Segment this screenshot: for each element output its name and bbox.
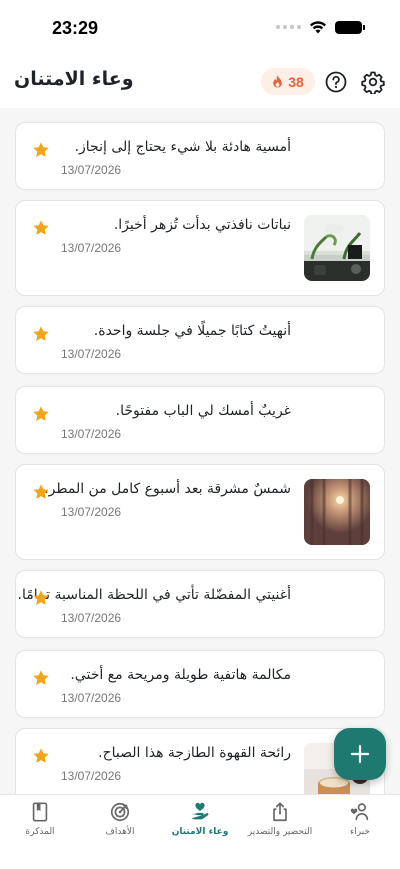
entry-date: 13/07/2026 [61, 427, 122, 441]
target-icon [110, 802, 130, 822]
star-icon[interactable] [32, 589, 50, 607]
nav-label: التحضير والتصدير [247, 827, 313, 837]
gratitude-entry-card[interactable]: رائحة القهوة الطازجة هذا الصباح. 13/07/2… [15, 728, 385, 794]
gratitude-entry-card[interactable]: أمسية هادئة بلا شيء يحتاج إلى إنجاز. 13/… [15, 122, 385, 190]
entry-date: 13/07/2026 [61, 769, 122, 783]
bottom-navigation: المذكرة الأهداف وعاء الامتنان التحضير وا… [0, 794, 400, 869]
entry-date: 13/07/2026 [61, 241, 122, 255]
gratitude-entry-card[interactable]: غريبٌ أمسك لي الباب مفتوحًا. 13/07/2026 [15, 386, 385, 454]
plus-icon [350, 744, 370, 764]
entry-thumbnail[interactable] [304, 479, 370, 545]
plants-photo [304, 215, 370, 281]
gratitude-entry-card[interactable]: شمسٌ مشرقة بعد أسبوع كامل من المطر. 13/0… [15, 464, 385, 560]
nav-label: الأهداف [105, 827, 135, 837]
entry-text: غريبٌ أمسك لي الباب مفتوحًا. [115, 403, 291, 419]
experts-person-heart-icon [350, 803, 369, 821]
flame-icon [273, 75, 283, 88]
nav-label: وعاء الامتنان [171, 827, 229, 837]
add-entry-button[interactable] [334, 728, 386, 780]
streak-count: 38 [288, 73, 304, 90]
nav-item-experts[interactable]: خبراء [320, 801, 400, 849]
journal-book-icon [32, 802, 48, 822]
status-bar: 23:29 [0, 0, 400, 58]
share-export-icon [273, 802, 287, 822]
star-icon[interactable] [32, 405, 50, 423]
star-icon[interactable] [32, 219, 50, 237]
gratitude-list[interactable]: أمسية هادئة بلا شيء يحتاج إلى إنجاز. 13/… [0, 108, 400, 794]
hand-heart-icon [191, 802, 209, 820]
star-icon[interactable] [32, 141, 50, 159]
entry-text: أغنيتي المفضّلة تأتي في اللحظة المناسبة … [17, 587, 291, 603]
entry-text: أمسية هادئة بلا شيء يحتاج إلى إنجاز. [74, 139, 291, 155]
status-time: 23:29 [52, 18, 99, 38]
help-icon[interactable] [324, 70, 348, 94]
entry-date: 13/07/2026 [61, 611, 122, 625]
sunlight-curtain-photo [304, 479, 370, 545]
page-title: وعاء الامتنان [14, 68, 134, 90]
nav-label: خبراء [350, 827, 370, 837]
star-icon[interactable] [32, 669, 50, 687]
nav-item-goals[interactable]: الأهداف [80, 801, 160, 849]
entry-text: أنهيتُ كتابًا جميلًا في جلسة واحدة. [93, 323, 291, 339]
status-icons [276, 20, 365, 34]
entry-date: 13/07/2026 [61, 691, 122, 705]
gratitude-entry-card[interactable]: مكالمة هاتفية طويلة ومريحة مع أختي. 13/0… [15, 650, 385, 718]
star-icon[interactable] [32, 483, 50, 501]
streak-badge[interactable]: 38 [261, 68, 315, 95]
gratitude-entry-card[interactable]: أنهيتُ كتابًا جميلًا في جلسة واحدة. 13/0… [15, 306, 385, 374]
nav-item-gratitude-jar[interactable]: وعاء الامتنان [160, 801, 240, 849]
entry-thumbnail[interactable] [304, 215, 370, 281]
settings-gear-icon[interactable] [361, 70, 385, 94]
gratitude-entry-card[interactable]: أغنيتي المفضّلة تأتي في اللحظة المناسبة … [15, 570, 385, 638]
entry-text: نباتات نافذتي بدأت تُزهر أخيرًا. [113, 217, 291, 233]
star-icon[interactable] [32, 325, 50, 343]
entry-text: رائحة القهوة الطازجة هذا الصباح. [98, 745, 291, 761]
entry-text: شمسٌ مشرقة بعد أسبوع كامل من المطر. [44, 481, 291, 497]
wifi-icon [310, 21, 326, 34]
battery-icon [335, 20, 365, 34]
nav-label: المذكرة [25, 827, 55, 837]
entry-text: مكالمة هاتفية طويلة ومريحة مع أختي. [70, 667, 291, 683]
entry-date: 13/07/2026 [61, 163, 122, 177]
entry-date: 13/07/2026 [61, 505, 122, 519]
gratitude-entry-card[interactable]: نباتات نافذتي بدأت تُزهر أخيرًا. 13/07/2… [15, 200, 385, 296]
nav-item-journal[interactable]: المذكرة [0, 801, 80, 849]
cellular-signal-icon [276, 25, 301, 29]
nav-item-share-export[interactable]: التحضير والتصدير [240, 801, 320, 849]
entry-date: 13/07/2026 [61, 347, 122, 361]
app-header: وعاء الامتنان 38 [0, 58, 400, 108]
star-icon[interactable] [32, 747, 50, 765]
